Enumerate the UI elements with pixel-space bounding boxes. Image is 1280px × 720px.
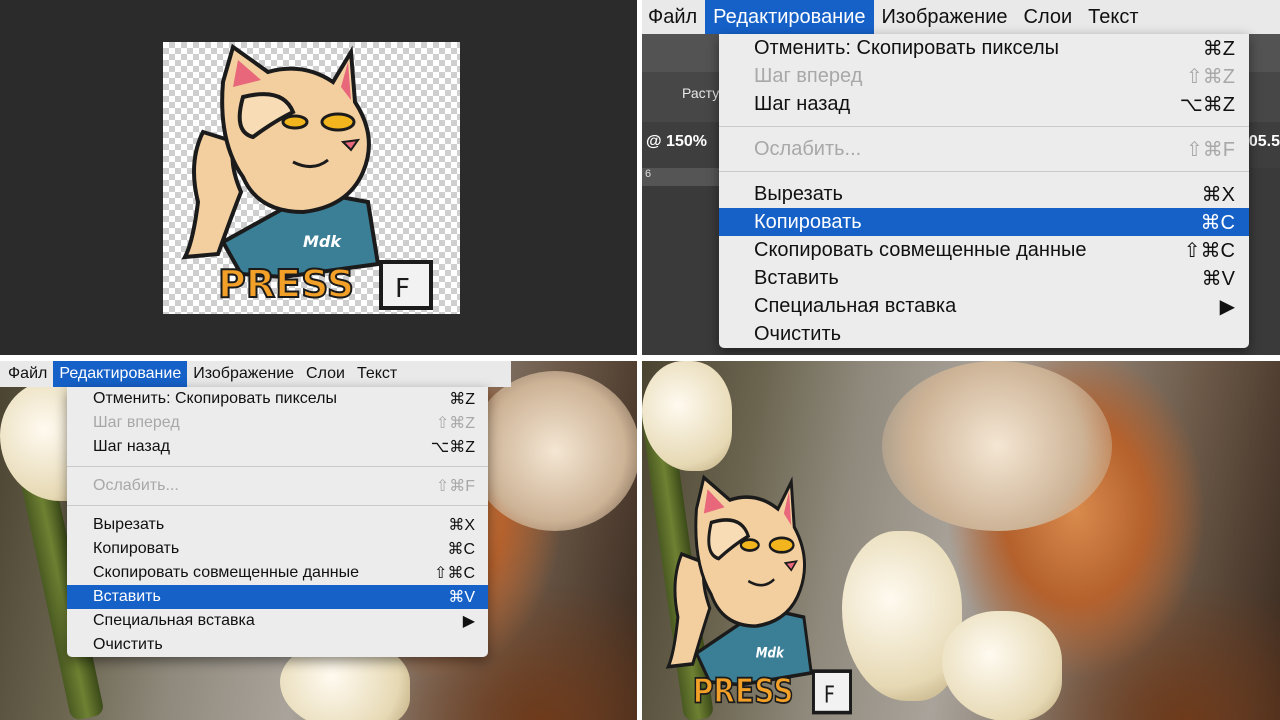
menu-separator — [719, 126, 1249, 127]
menu-item-undo[interactable]: Отменить: Скопировать пикселы ⌘Z — [719, 34, 1249, 62]
menu-item-step-back[interactable]: Шаг назад ⌥⌘Z — [719, 90, 1249, 118]
edit-menu-dropdown: Отменить: Скопировать пикселы ⌘Z Шаг впер… — [67, 387, 488, 657]
menu-text[interactable]: Текст — [1080, 0, 1146, 34]
submenu-arrow-icon: ▶ — [1219, 295, 1235, 318]
press-text: PRESS — [693, 672, 794, 711]
menu-separator — [67, 466, 488, 467]
menu-item-cut[interactable]: Вырезать ⌘X — [719, 180, 1249, 208]
menu-item-copy-merged[interactable]: Скопировать совмещенные данные ⇧⌘C — [719, 236, 1249, 264]
menu-item-copy[interactable]: Копировать ⌘C — [67, 537, 488, 561]
menu-item-paste-special[interactable]: Специальная вставка ▶ — [719, 292, 1249, 320]
key-letter: F — [824, 682, 835, 709]
menu-separator — [719, 171, 1249, 172]
options-panel-label: Расту — [682, 85, 720, 101]
quadrant-pasted-result: PRESS F Mdk — [642, 361, 1280, 720]
press-text: PRESS — [218, 262, 354, 306]
cat-sticker: PRESS F Mdk — [181, 43, 433, 310]
shirt-logo: Mdk — [303, 232, 342, 251]
ruler-label: 6 — [645, 168, 652, 180]
edit-menu-dropdown: Отменить: Скопировать пикселы ⌘Z Шаг впер… — [719, 34, 1249, 348]
menu-item-clear[interactable]: Очистить — [719, 320, 1249, 348]
menu-item-paste[interactable]: Вставить ⌘V — [67, 585, 488, 609]
menu-item-paste-special[interactable]: Специальная вставка ▶ — [67, 609, 488, 633]
menu-item-copy-merged[interactable]: Скопировать совмещенные данные ⇧⌘C — [67, 561, 488, 585]
pasted-cat-sticker: PRESS F Mdk — [665, 474, 852, 715]
press-f-badge: PRESS F — [217, 260, 433, 310]
menu-item-fade: Ослабить... ⇧⌘F — [754, 137, 1235, 161]
ruler: 6 — [642, 168, 722, 186]
menu-file[interactable]: Файл — [0, 361, 53, 387]
menu-bar: Файл Редактирование Изображение Слои Тек… — [0, 361, 511, 387]
menu-item-copy[interactable]: Копировать ⌘C — [719, 208, 1249, 236]
menu-layers[interactable]: Слои — [1016, 0, 1081, 34]
quadrant-copy-menu: Расту @ 150% 05.5 6 Файл Редактирование … — [642, 0, 1280, 355]
menu-image[interactable]: Изображение — [187, 361, 300, 387]
menu-bar: Файл Редактирование Изображение Слои Тек… — [642, 0, 1280, 34]
submenu-arrow-icon: ▶ — [462, 613, 475, 630]
key-letter: F — [395, 274, 410, 304]
menu-item-clear[interactable]: Очистить — [67, 633, 488, 657]
zoom-label: @ 150% — [646, 133, 707, 150]
menu-file[interactable]: Файл — [642, 0, 705, 34]
menu-edit[interactable]: Редактирование — [705, 0, 874, 34]
menu-edit[interactable]: Редактирование — [53, 361, 188, 387]
menu-item-step-forward: Шаг вперед ⇧⌘Z — [754, 64, 1235, 88]
menu-text[interactable]: Текст — [351, 361, 403, 387]
menu-item-step-back[interactable]: Шаг назад ⌥⌘Z — [67, 435, 488, 459]
menu-image[interactable]: Изображение — [874, 0, 1016, 34]
menu-item-step-forward: Шаг вперед ⇧⌘Z — [93, 414, 475, 432]
menu-item-cut[interactable]: Вырезать ⌘X — [67, 513, 488, 537]
cat-character — [181, 43, 381, 280]
cat-character — [665, 474, 813, 687]
menu-item-undo[interactable]: Отменить: Скопировать пикселы ⌘Z — [67, 387, 488, 411]
coordinate-label: 05.5 — [1248, 133, 1280, 150]
quadrant-paste-menu: Файл Редактирование Изображение Слои Тек… — [0, 361, 637, 720]
menu-separator — [67, 505, 488, 506]
press-f-badge: PRESS F — [692, 669, 852, 715]
quadrant-sticker-canvas: PRESS F Mdk — [0, 0, 637, 355]
menu-item-paste[interactable]: Вставить ⌘V — [719, 264, 1249, 292]
menu-item-fade: Ослабить... ⇧⌘F — [93, 477, 475, 495]
shirt-logo: Mdk — [756, 646, 785, 662]
menu-layers[interactable]: Слои — [300, 361, 351, 387]
